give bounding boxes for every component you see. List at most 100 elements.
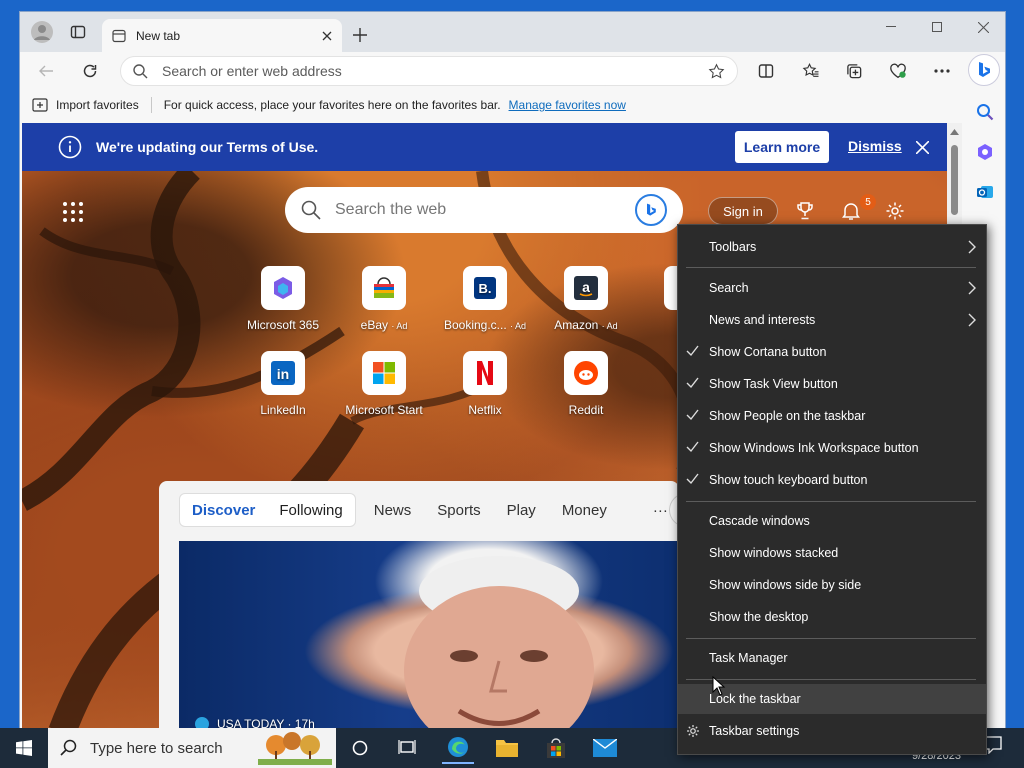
quick-link-booking[interactable]: B. Booking.c... · Ad bbox=[440, 266, 530, 332]
mail-icon bbox=[593, 739, 617, 757]
banner-close-button[interactable] bbox=[912, 137, 932, 157]
menu-item-news-and-interests[interactable]: News and interests bbox=[678, 305, 986, 335]
reddit-tile bbox=[564, 351, 608, 395]
site-label: Booking.c... bbox=[443, 318, 507, 332]
browser-essentials-button[interactable] bbox=[884, 57, 912, 85]
quick-link-amazon[interactable]: a Amazon · Ad bbox=[541, 266, 631, 332]
start-button[interactable] bbox=[0, 728, 48, 768]
checkmark-icon bbox=[686, 377, 699, 389]
menu-item-cascade-windows[interactable]: Cascade windows bbox=[678, 506, 986, 536]
maximize-icon bbox=[932, 22, 942, 32]
tab-sports[interactable]: Sports bbox=[429, 502, 488, 519]
menu-item-label: Search bbox=[709, 281, 749, 295]
import-icon bbox=[32, 98, 48, 112]
menu-item-show-windows-stacked[interactable]: Show windows stacked bbox=[678, 538, 986, 568]
edge-icon bbox=[448, 737, 468, 757]
rewards-button[interactable] bbox=[793, 199, 817, 223]
close-window-button[interactable] bbox=[960, 12, 1005, 42]
collections-button[interactable] bbox=[840, 57, 868, 85]
tab-money[interactable]: Money bbox=[554, 502, 615, 519]
checkmark-icon bbox=[686, 441, 699, 453]
manage-favorites-link[interactable]: Manage favorites now bbox=[509, 98, 626, 112]
quick-link-netflix[interactable]: Netflix bbox=[440, 351, 530, 417]
menu-item-show-the-desktop[interactable]: Show the desktop bbox=[678, 602, 986, 632]
article-card[interactable]: USA TODAY · 17h bbox=[179, 541, 679, 730]
menu-item-label: Taskbar settings bbox=[709, 724, 800, 738]
split-screen-button[interactable] bbox=[752, 57, 780, 85]
web-search-box[interactable]: Search the web bbox=[285, 187, 683, 233]
back-button[interactable] bbox=[32, 57, 60, 85]
favorites-list-icon bbox=[802, 62, 819, 77]
tab-discover[interactable]: Discover bbox=[180, 502, 267, 519]
sign-in-button[interactable]: Sign in bbox=[708, 197, 778, 225]
menu-item-show-task-view-button[interactable]: Show Task View button bbox=[678, 369, 986, 399]
close-tab-icon[interactable] bbox=[322, 31, 332, 41]
menu-item-show-people[interactable]: Show People on the taskbar bbox=[678, 401, 986, 431]
menu-item-toolbars[interactable]: Toolbars bbox=[678, 232, 986, 262]
taskbar-search-box[interactable]: Type here to search bbox=[48, 728, 336, 768]
ebay-bag-icon bbox=[374, 277, 394, 298]
tab-following[interactable]: Following bbox=[267, 502, 354, 519]
favorite-star-icon[interactable] bbox=[708, 63, 725, 80]
quick-link-microsoft365[interactable]: Microsoft 365 bbox=[238, 266, 328, 332]
cortana-button[interactable] bbox=[344, 732, 376, 764]
search-icon bbox=[301, 200, 321, 220]
feed-tabs: Discover Following News Sports Play Mone… bbox=[179, 493, 676, 527]
linkedin-tile: in bbox=[261, 351, 305, 395]
amazon-icon: a bbox=[574, 276, 598, 300]
action-center-button[interactable] bbox=[984, 736, 1004, 758]
page-settings-button[interactable] bbox=[883, 199, 907, 223]
more-horizontal-icon bbox=[934, 69, 950, 73]
menu-item-show-ink-workspace[interactable]: Show Windows Ink Workspace button bbox=[678, 433, 986, 463]
menu-item-task-manager[interactable]: Task Manager bbox=[678, 643, 986, 673]
dismiss-link[interactable]: Dismiss bbox=[848, 138, 902, 154]
taskbar-app-edge[interactable] bbox=[442, 732, 474, 764]
import-favorites-link[interactable]: Import favorites bbox=[56, 98, 139, 112]
settings-more-button[interactable] bbox=[928, 57, 956, 85]
favorites-button[interactable] bbox=[797, 57, 825, 85]
learn-more-button[interactable]: Learn more bbox=[735, 131, 829, 163]
maximize-button[interactable] bbox=[914, 12, 960, 42]
menu-item-show-windows-side-by-side[interactable]: Show windows side by side bbox=[678, 570, 986, 600]
favorites-bar: Import favorites For quick access, place… bbox=[20, 90, 1005, 120]
tab-news[interactable]: News bbox=[366, 502, 420, 519]
tab-actions-button[interactable] bbox=[64, 18, 92, 46]
info-icon bbox=[58, 135, 82, 159]
taskbar-app-mail[interactable] bbox=[589, 732, 621, 764]
sidebar-search-button[interactable] bbox=[971, 98, 999, 126]
address-bar[interactable]: Search or enter web address bbox=[120, 56, 738, 86]
tab-play[interactable]: Play bbox=[499, 502, 544, 519]
menu-item-search[interactable]: Search bbox=[678, 273, 986, 303]
favorites-hint: For quick access, place your favorites h… bbox=[163, 98, 501, 112]
reddit-icon bbox=[574, 361, 598, 385]
task-view-button[interactable] bbox=[391, 732, 423, 764]
menu-item-label: Show People on the taskbar bbox=[709, 409, 866, 423]
new-tab-button[interactable] bbox=[346, 21, 374, 49]
scrollbar-thumb[interactable] bbox=[951, 145, 958, 215]
quick-link-reddit[interactable]: Reddit bbox=[541, 351, 631, 417]
profile-avatar[interactable] bbox=[28, 18, 56, 46]
refresh-button[interactable] bbox=[76, 57, 104, 85]
copilot-button[interactable] bbox=[968, 54, 1000, 86]
bing-chat-button[interactable] bbox=[635, 194, 667, 226]
new-tab-icon bbox=[112, 29, 126, 42]
quick-link-microsoft-start[interactable]: Microsoft Start bbox=[339, 351, 429, 417]
quick-link-ebay[interactable]: eBay · Ad bbox=[339, 266, 429, 332]
taskbar-app-store[interactable] bbox=[540, 732, 572, 764]
app-launcher-icon[interactable] bbox=[62, 201, 84, 223]
taskbar-app-file-explorer[interactable] bbox=[491, 732, 523, 764]
quick-link-linkedin[interactable]: in LinkedIn bbox=[238, 351, 328, 417]
minimize-button[interactable] bbox=[868, 12, 914, 42]
checkmark-icon bbox=[686, 345, 699, 357]
tab-new-tab[interactable]: New tab bbox=[102, 19, 342, 52]
menu-item-show-touch-keyboard[interactable]: Show touch keyboard button bbox=[678, 465, 986, 495]
menu-item-show-cortana-button[interactable]: Show Cortana button bbox=[678, 337, 986, 367]
sidebar-outlook-button[interactable] bbox=[971, 178, 999, 206]
task-view-icon bbox=[398, 740, 416, 754]
checkmark-icon bbox=[686, 473, 699, 485]
menu-item-taskbar-settings[interactable]: Taskbar settings bbox=[678, 716, 986, 746]
heart-pulse-icon bbox=[890, 63, 906, 79]
sidebar-copilot-button[interactable] bbox=[971, 138, 999, 166]
ad-label: · Ad bbox=[601, 321, 618, 331]
menu-item-label: Show the desktop bbox=[709, 610, 809, 624]
